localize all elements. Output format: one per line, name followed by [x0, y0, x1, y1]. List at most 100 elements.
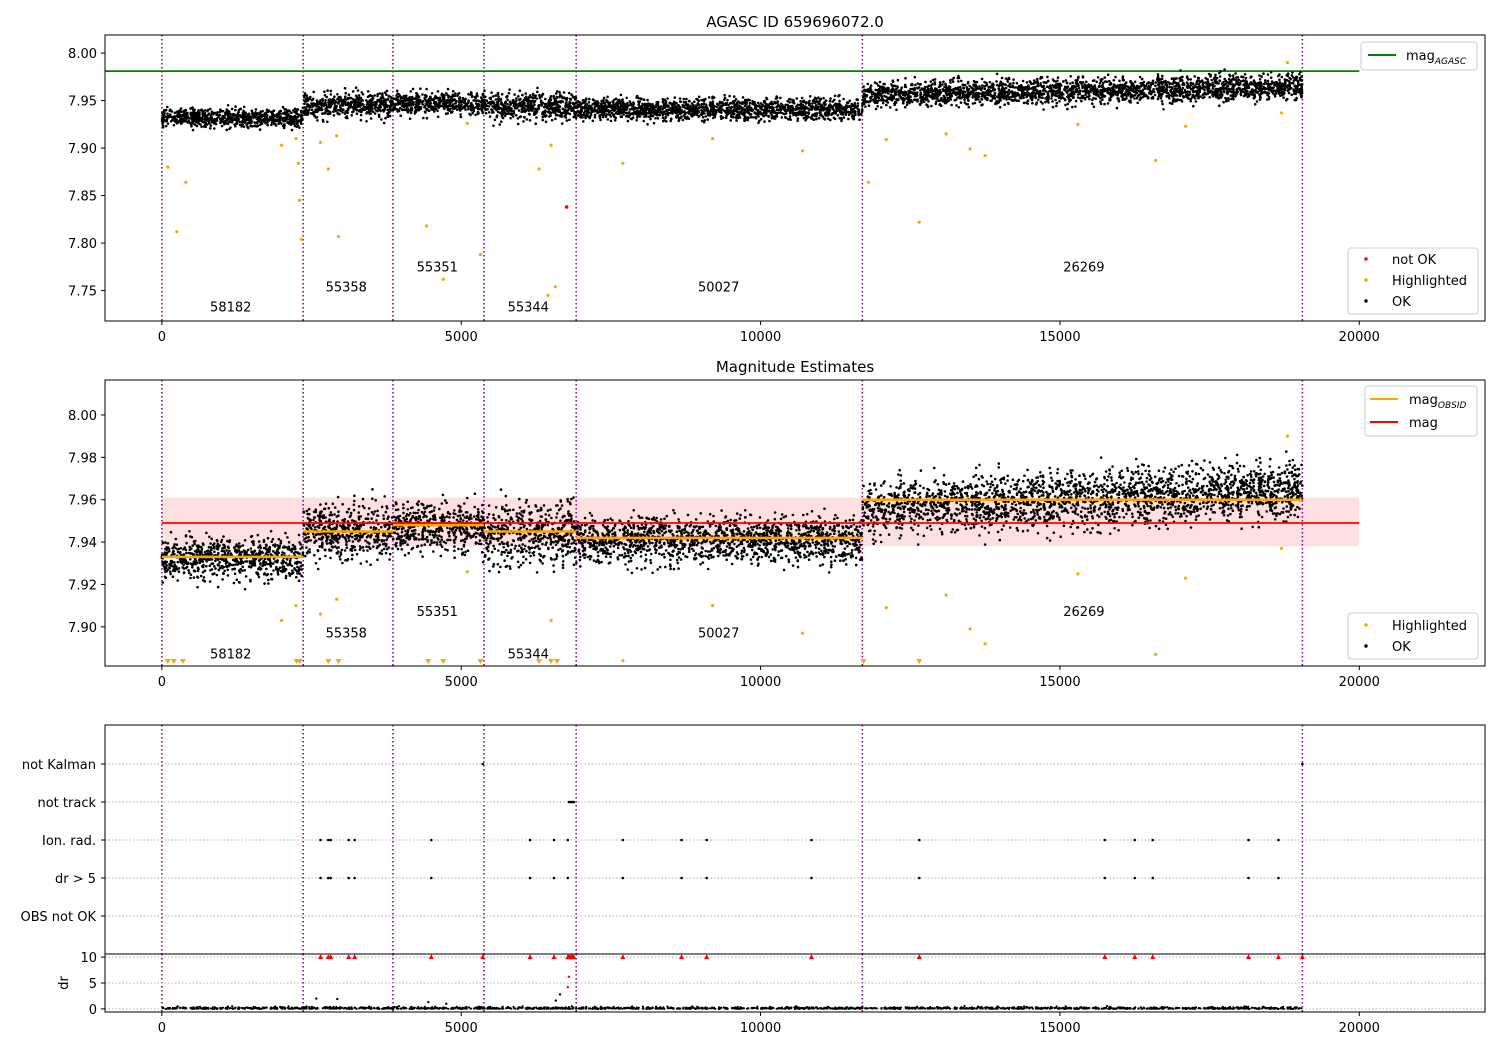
ok-point [446, 101, 449, 104]
ok-point [381, 92, 384, 95]
ok-point [490, 111, 494, 114]
ok-point [499, 97, 503, 101]
ok-point [831, 107, 834, 110]
ok-point [424, 103, 428, 107]
ok-point [818, 111, 821, 115]
ok-point [288, 122, 292, 126]
ok-point [1154, 81, 1157, 84]
ok-point [690, 108, 693, 112]
ok-point [347, 93, 351, 96]
ok-point [849, 105, 852, 108]
ok-point [177, 109, 180, 113]
ok-point [786, 99, 789, 103]
ok-point [822, 117, 826, 120]
ok-point [798, 110, 801, 114]
ok-point [357, 94, 361, 97]
ok-point [604, 104, 607, 107]
ok-point [637, 103, 640, 107]
ok-point [374, 101, 377, 104]
ok-point [460, 107, 463, 111]
ok-point [845, 105, 848, 108]
ok-point [460, 103, 463, 107]
ok-point [189, 107, 192, 110]
ok-point [356, 89, 360, 92]
ok-point [609, 119, 613, 123]
ok-point [831, 100, 834, 103]
ok-point [836, 109, 839, 112]
ok-point [273, 119, 276, 122]
ok-point [184, 117, 188, 120]
ok-point [348, 96, 352, 100]
ok-point [577, 114, 580, 117]
ok-point [206, 108, 210, 112]
ok-point [603, 101, 607, 105]
ok-point [213, 127, 216, 130]
ok-point [321, 112, 324, 115]
ok-point [362, 108, 366, 111]
ok-point [523, 102, 526, 105]
ok-point [560, 122, 564, 125]
ok-point [1046, 75, 1049, 79]
ok-point [552, 94, 555, 98]
ok-point [498, 111, 502, 115]
ok-point [248, 117, 251, 120]
ok-point [729, 119, 732, 122]
ok-point [781, 103, 784, 107]
ok-point [290, 111, 293, 114]
ok-point [415, 105, 419, 109]
ok-point [234, 108, 237, 112]
ok-point [407, 103, 410, 107]
ok-point [851, 115, 854, 118]
ok-point [998, 106, 1002, 109]
ok-point [1135, 96, 1139, 100]
ok-point [511, 100, 515, 104]
ok-point [315, 116, 319, 119]
ok-point [491, 100, 494, 103]
ok-point [302, 111, 306, 115]
ok-point [516, 104, 520, 108]
ok-point [284, 116, 288, 119]
ok-point [600, 110, 604, 114]
ok-point [840, 104, 843, 108]
ok-point [913, 75, 917, 79]
ok-point [1081, 75, 1085, 78]
ok-point [673, 96, 677, 99]
ok-point [567, 103, 571, 107]
ok-point [584, 97, 588, 100]
ok-point [957, 106, 961, 109]
ok-point [1179, 69, 1182, 72]
ok-point [408, 117, 412, 120]
ok-point [656, 117, 660, 120]
ok-point [527, 109, 531, 112]
ok-point [550, 105, 553, 109]
ok-point [747, 110, 750, 113]
ok-point [373, 94, 376, 97]
ok-point [647, 102, 650, 105]
ok-point [725, 114, 728, 118]
ok-point [452, 107, 456, 110]
ok-point [424, 111, 427, 114]
ok-point [692, 113, 695, 116]
ok-point [593, 115, 597, 119]
ok-point [571, 95, 575, 98]
ok-point [495, 101, 499, 104]
ok-point [708, 101, 712, 104]
ok-point [776, 111, 780, 114]
ok-point [516, 122, 520, 126]
ok-point [355, 112, 359, 115]
ok-point [522, 106, 526, 110]
ok-point [827, 104, 831, 107]
ok-point [487, 105, 491, 108]
ok-point [208, 121, 211, 124]
ok-point [851, 109, 854, 112]
ok-point [421, 99, 425, 103]
ok-point [627, 111, 631, 114]
ok-point [558, 90, 561, 94]
ok-point [474, 96, 477, 100]
ok-point [1211, 87, 1215, 90]
ok-point [659, 105, 663, 108]
ok-point [1269, 70, 1273, 74]
ok-point [983, 87, 987, 91]
ok-point [236, 111, 240, 115]
ok-point [279, 112, 282, 115]
